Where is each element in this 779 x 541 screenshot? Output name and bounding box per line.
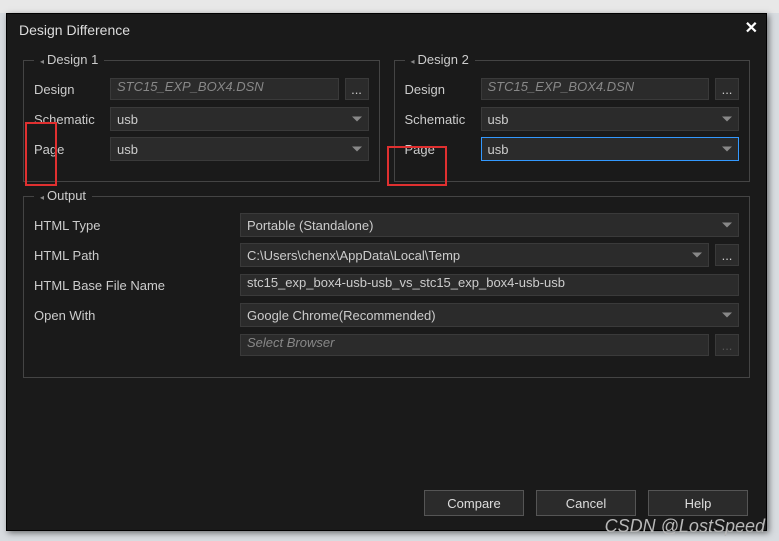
design1-design-label: Design	[34, 82, 104, 97]
design2-page-combo[interactable]: usb	[481, 137, 740, 161]
html-path-combo[interactable]: C:\Users\chenx\AppData\Local\Temp	[240, 243, 709, 267]
chevron-down-icon	[722, 147, 732, 152]
cancel-button[interactable]: Cancel	[536, 490, 636, 516]
design1-design-input[interactable]: STC15_EXP_BOX4.DSN	[110, 78, 339, 100]
output-title: Output	[34, 188, 92, 203]
design1-group: Design 1 Design STC15_EXP_BOX4.DSN ... S…	[23, 60, 380, 182]
design1-page-combo[interactable]: usb	[110, 137, 369, 161]
design1-schematic-value: usb	[117, 112, 138, 127]
open-with-combo[interactable]: Google Chrome(Recommended)	[240, 303, 739, 327]
app-ruler	[0, 0, 779, 13]
design1-title: Design 1	[34, 52, 104, 67]
design2-browse-button[interactable]: ...	[715, 78, 739, 100]
compare-button[interactable]: Compare	[424, 490, 524, 516]
design2-design-label: Design	[405, 82, 475, 97]
design1-page-label: Page	[34, 142, 104, 157]
chevron-down-icon	[352, 117, 362, 122]
design2-design-input[interactable]: STC15_EXP_BOX4.DSN	[481, 78, 710, 100]
base-name-label: HTML Base File Name	[34, 278, 234, 293]
design-difference-dialog: Design Difference ✕ Design 1 Design STC1…	[6, 13, 767, 531]
html-type-value: Portable (Standalone)	[247, 218, 373, 233]
chevron-down-icon	[722, 223, 732, 228]
design2-group: Design 2 Design STC15_EXP_BOX4.DSN ... S…	[394, 60, 751, 182]
html-type-label: HTML Type	[34, 218, 234, 233]
chevron-down-icon	[722, 117, 732, 122]
design1-schematic-combo[interactable]: usb	[110, 107, 369, 131]
design1-schematic-label: Schematic	[34, 112, 104, 127]
chevron-down-icon	[352, 147, 362, 152]
close-icon[interactable]: ✕	[745, 18, 758, 38]
design2-schematic-label: Schematic	[405, 112, 475, 127]
select-browser-browse-button: ...	[715, 334, 739, 356]
chevron-down-icon	[722, 313, 732, 318]
design-row: Design 1 Design STC15_EXP_BOX4.DSN ... S…	[23, 52, 750, 182]
design2-page-value: usb	[488, 142, 509, 157]
design2-schematic-value: usb	[488, 112, 509, 127]
open-with-value: Google Chrome(Recommended)	[247, 308, 436, 323]
dialog-body: Design 1 Design STC15_EXP_BOX4.DSN ... S…	[7, 46, 766, 390]
design1-browse-button[interactable]: ...	[345, 78, 369, 100]
chevron-down-icon	[692, 253, 702, 258]
help-button[interactable]: Help	[648, 490, 748, 516]
base-name-input[interactable]: stc15_exp_box4-usb-usb_vs_stc15_exp_box4…	[240, 274, 739, 296]
design2-page-label: Page	[405, 142, 475, 157]
html-path-browse-button[interactable]: ...	[715, 244, 739, 266]
select-browser-input[interactable]: Select Browser	[240, 334, 709, 356]
open-with-label: Open With	[34, 308, 234, 323]
html-type-combo[interactable]: Portable (Standalone)	[240, 213, 739, 237]
dialog-title: Design Difference	[19, 22, 130, 38]
design2-schematic-combo[interactable]: usb	[481, 107, 740, 131]
output-group: Output HTML Type Portable (Standalone) H…	[23, 196, 750, 378]
design1-page-value: usb	[117, 142, 138, 157]
html-path-value: C:\Users\chenx\AppData\Local\Temp	[247, 248, 460, 263]
design2-title: Design 2	[405, 52, 475, 67]
titlebar: Design Difference ✕	[7, 14, 766, 46]
html-path-label: HTML Path	[34, 248, 234, 263]
dialog-buttons: Compare Cancel Help	[424, 490, 748, 516]
